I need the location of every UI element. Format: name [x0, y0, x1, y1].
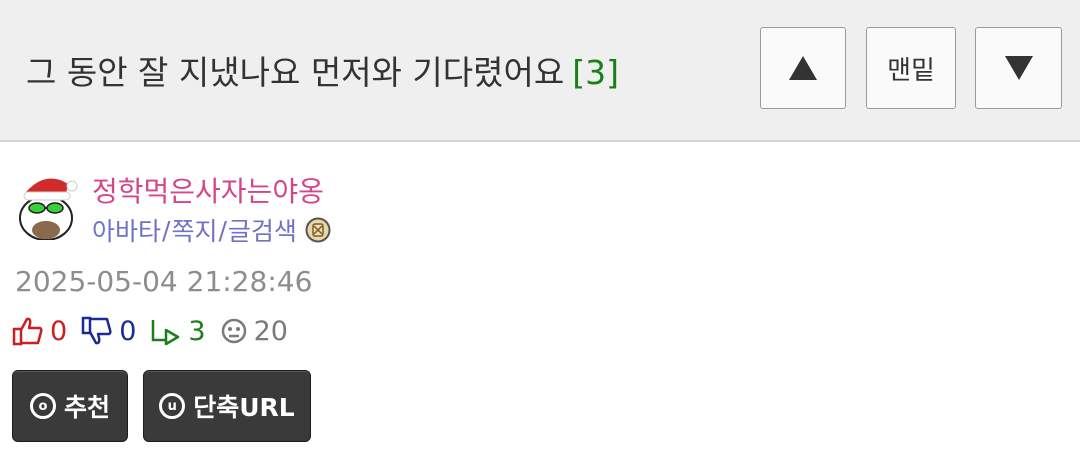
dislike-count: 0 [119, 315, 137, 347]
eyes-icon [221, 318, 246, 344]
view-count: 20 [253, 315, 288, 347]
comment-count[interactable]: [3] [572, 53, 619, 92]
post-title-text: 그 동안 잘 지냈나요 먼저와 기다렸어요 [26, 53, 565, 92]
short-url-circle-icon: u [159, 393, 186, 419]
scroll-down-button[interactable] [975, 27, 1062, 109]
post-datetime: 2025-05-04 21:28:46 [15, 265, 313, 298]
reply-arrow-icon [152, 320, 180, 346]
like-stat[interactable]: 0 [12, 316, 67, 347]
thumbs-down-icon [81, 316, 112, 345]
santa-hat-avatar-icon[interactable] [16, 170, 78, 240]
link-separator: / [218, 215, 227, 245]
short-url-button[interactable]: u 단축URL [143, 370, 311, 442]
triangle-up-icon [789, 56, 817, 80]
reply-count: 3 [188, 315, 206, 347]
link-separator: / [162, 215, 171, 245]
scroll-bottom-button[interactable]: 맨밑 [866, 27, 956, 109]
short-url-label: 단축URL [193, 393, 295, 422]
author-link-message[interactable]: 쪽지 [171, 212, 217, 248]
triangle-down-icon [1004, 56, 1033, 80]
recommend-button[interactable]: o 추천 [12, 370, 128, 442]
reply-stat[interactable]: 3 [150, 315, 206, 347]
thumbs-up-icon [12, 317, 43, 346]
dislike-stat[interactable]: 0 [81, 316, 136, 347]
post-title: 그 동안 잘 지냈나요 먼저와 기다렸어요 [3] [26, 46, 619, 94]
author-link-search[interactable]: 글검색 [228, 212, 297, 248]
recommend-circle-icon: o [29, 393, 56, 419]
view-stat: 20 [220, 316, 288, 347]
recommend-label: 추천 [63, 393, 110, 422]
post-stats: 0 0 3 20 [12, 314, 302, 348]
scroll-top-button[interactable] [760, 27, 846, 109]
author-link-avatar[interactable]: 아바타 [92, 212, 161, 248]
post-header: 그 동안 잘 지냈나요 먼저와 기다렸어요 [3] 맨밑 [0, 0, 1080, 142]
like-count: 0 [50, 315, 68, 347]
level-badge-icon [305, 217, 331, 243]
scroll-bottom-label: 맨밑 [887, 55, 935, 86]
author-links: 아바타 / 쪽지 / 글검색 [92, 212, 331, 248]
author-nickname[interactable]: 정학먹은사자는야옹 [92, 170, 324, 210]
